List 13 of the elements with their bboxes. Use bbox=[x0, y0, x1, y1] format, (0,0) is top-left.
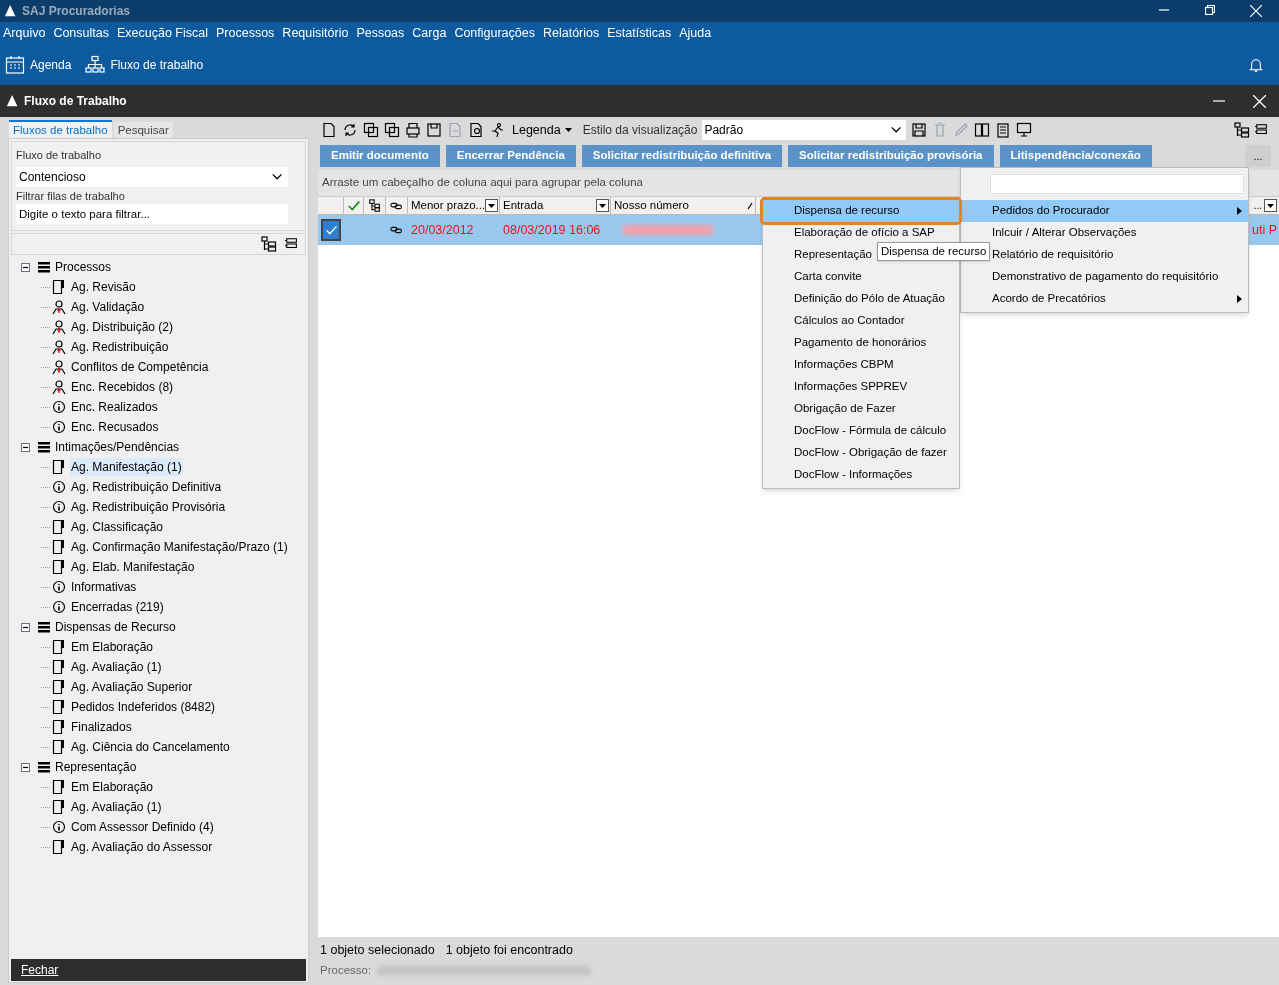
process-label: Processo: bbox=[320, 963, 372, 979]
field-label: Filtrar filas de trabalho bbox=[16, 188, 126, 204]
window-title: Fluxo de Trabalho bbox=[24, 93, 127, 110]
table-cell-text: uti P bbox=[1252, 221, 1278, 239]
field-label: Estilo da visualização bbox=[582, 122, 698, 139]
status-text: 1 objeto selecionado bbox=[320, 941, 435, 959]
tooltip: Dispensa de recurso bbox=[877, 242, 991, 262]
field-label: Fluxo de trabalho bbox=[16, 148, 102, 163]
group-hint: Arraste um cabeçalho de coluna aqui para agrupar pela coluna bbox=[322, 175, 643, 191]
table-cell-text: 20/03/2012 bbox=[410, 221, 475, 239]
app-title: SAJ Procuradorias bbox=[22, 3, 131, 20]
table-cell-text: 08/03/2019 16:06 bbox=[502, 221, 602, 239]
status-text: 1 objeto foi encontrado bbox=[445, 941, 573, 959]
